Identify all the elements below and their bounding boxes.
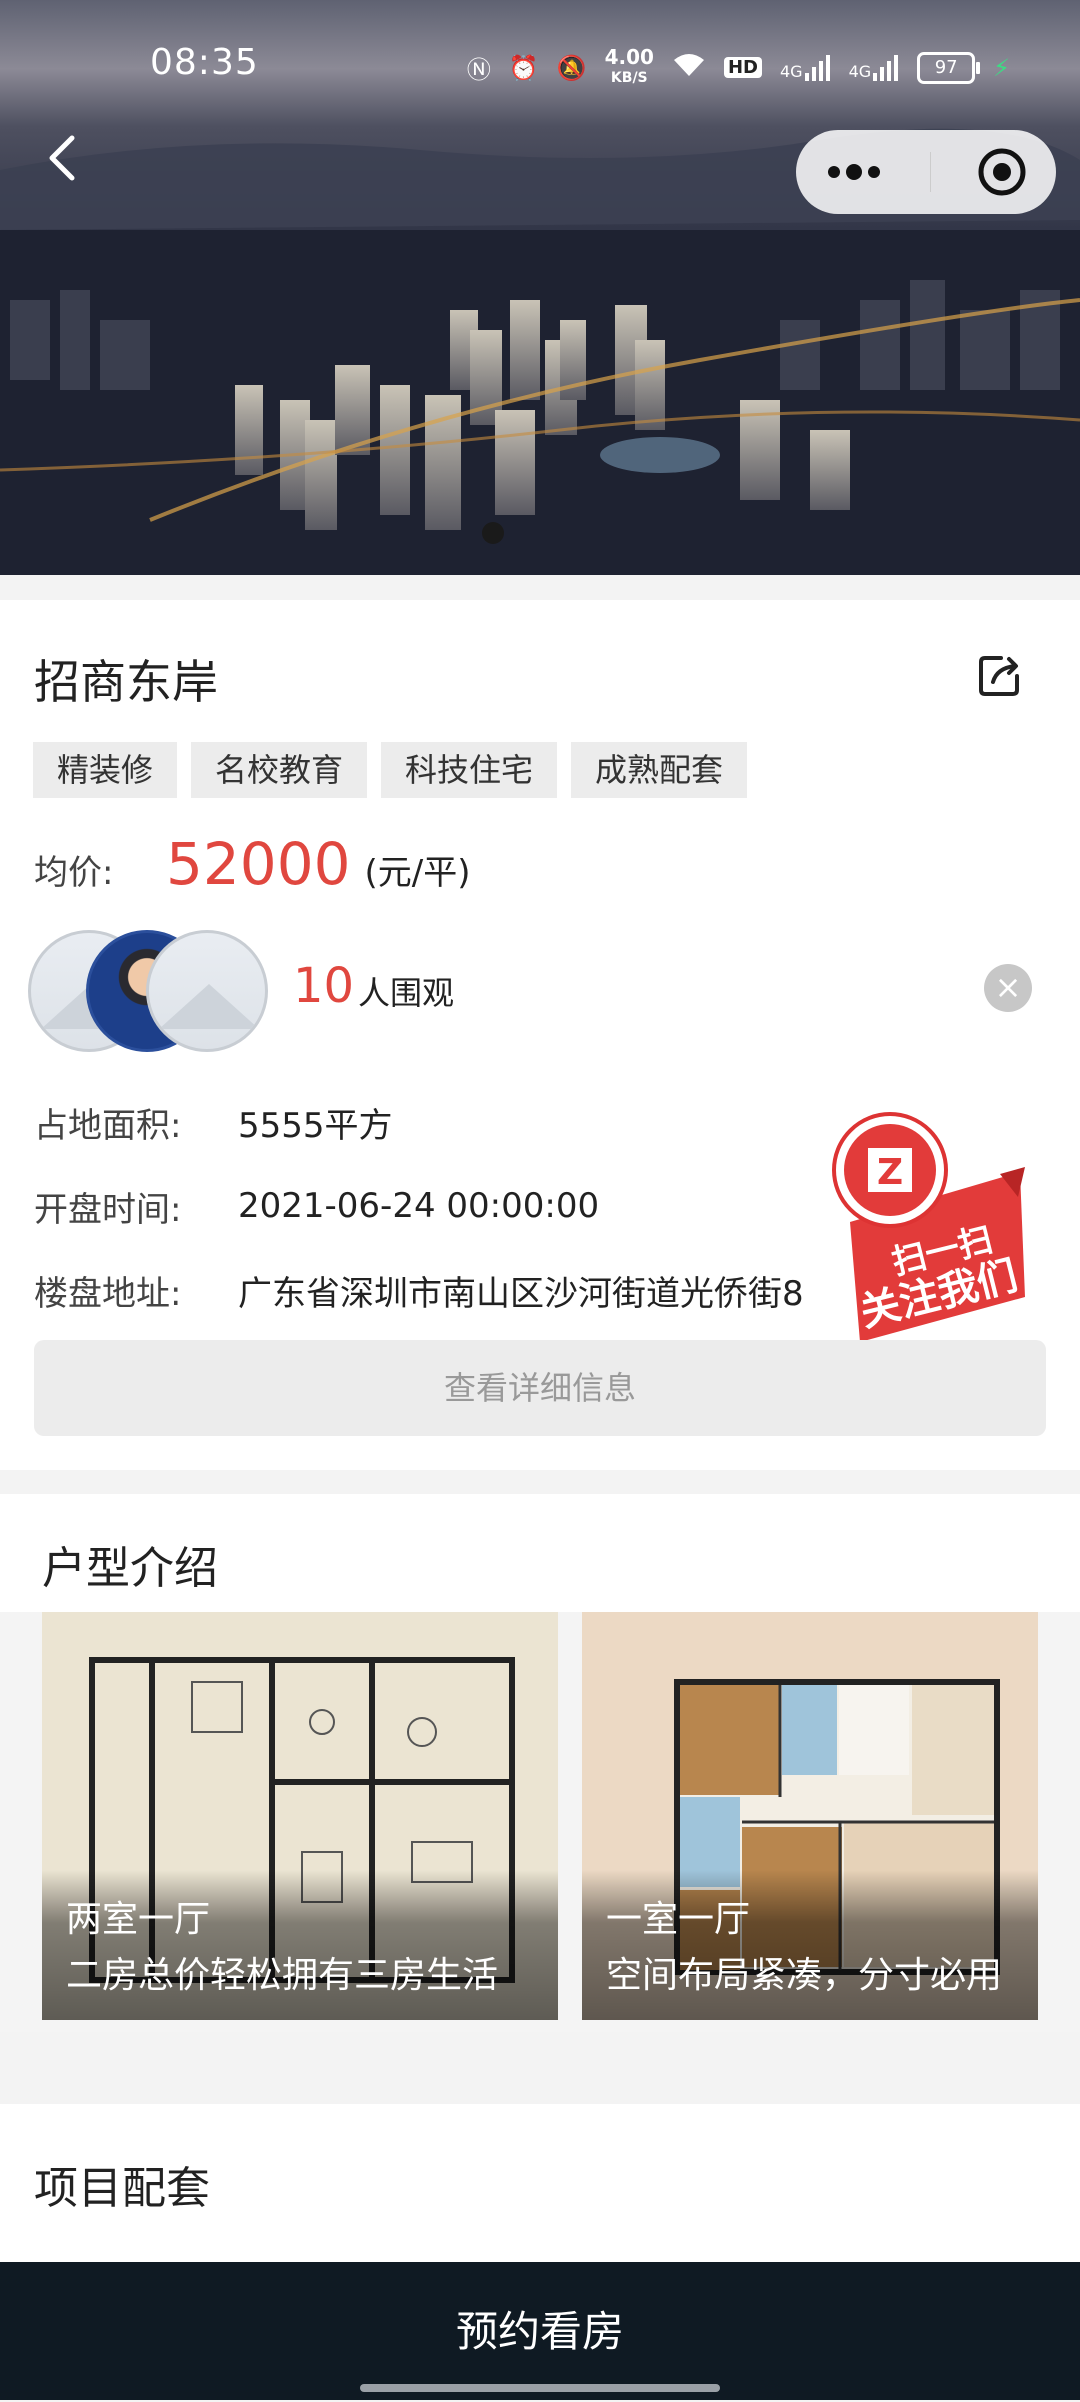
detail-label: 占地面积: [34, 1105, 182, 1146]
plan-desc: 二房总价轻松拥有三房生活 [66, 1955, 499, 1996]
price-unit: (元/平) [364, 853, 471, 893]
detail-label: 楼盘地址: [34, 1273, 182, 1314]
detail-value: 5555平方 [238, 1105, 393, 1146]
nfc-icon: Ⓝ [466, 56, 491, 84]
feature-tags: 精装修 名校教育 科技住宅 成熟配套 [33, 742, 748, 798]
net-speed-value: 4.00 [604, 45, 654, 69]
section-title: 项目配套 [34, 2163, 210, 2214]
detail-value: 广东省深圳市南山区沙河街道光侨街8 [238, 1273, 804, 1314]
detail-row-open-date: 开盘时间: 2021-06-24 00:00:00 [34, 1164, 804, 1248]
svg-text:Z: Z [877, 1152, 903, 1193]
battery-level: 97 [934, 57, 958, 78]
plan-title: 两室一厅 [66, 1899, 211, 1940]
capsule-divider [929, 152, 931, 192]
project-details: 占地面积: 5555平方 开盘时间: 2021-06-24 00:00:00 楼… [34, 1080, 804, 1332]
hd-badge: HD [723, 57, 762, 78]
alarm-icon: ⏰ [508, 53, 539, 82]
floor-plan-card[interactable]: 一室一厅 空间布局紧凑，分寸必用 [582, 1612, 1038, 2020]
status-icons: Ⓝ ⏰ 🔕 4.00 KB/S HD 4G 4G 97 ⚡ [466, 45, 1010, 87]
feature-tag: 成熟配套 [571, 742, 748, 798]
book-viewing-button[interactable]: 预约看房 [0, 2262, 1080, 2400]
plan-title: 一室一厅 [606, 1899, 751, 1940]
home-indicator[interactable] [360, 2384, 720, 2392]
project-name: 招商东岸 [34, 655, 218, 709]
chevron-left-icon [49, 135, 75, 181]
net-speed-unit: KB/S [610, 70, 648, 86]
detail-row-address: 楼盘地址: 广东省深圳市南山区沙河街道光侨街8 [34, 1248, 804, 1332]
price-value: 52000 [166, 830, 351, 898]
wifi-icon [672, 52, 706, 84]
close-icon: × [994, 968, 1022, 1006]
section-title: 户型介绍 [42, 1543, 218, 1594]
facilities-section: 项目配套 [0, 2104, 1080, 2264]
viewer-text: 人围观 [358, 974, 455, 1012]
status-bar: 08:35 Ⓝ ⏰ 🔕 4.00 KB/S HD 4G 4G 97 ⚡ [0, 0, 1080, 120]
carousel-indicator [482, 522, 504, 544]
net-speed: 4.00 KB/S [604, 45, 654, 87]
project-info-card: 招商东岸 精装修 名校教育 科技住宅 成熟配套 均价: 52000 (元/平) … [0, 600, 1080, 1470]
more-icon[interactable] [824, 162, 884, 182]
close-miniprogram-icon[interactable] [976, 146, 1028, 198]
scan-follow-sticker: Z 扫一扫 关注我们 [832, 1112, 1025, 1342]
share-icon [979, 656, 1019, 696]
charging-icon: ⚡ [993, 53, 1010, 82]
signal-icon: 4G [848, 54, 900, 81]
floor-plan-card[interactable]: 两室一厅 二房总价轻松拥有三房生活 [42, 1612, 558, 2020]
signal-label: 4G [848, 61, 872, 81]
status-time: 08:35 [150, 42, 259, 83]
feature-tag: 精装修 [33, 742, 178, 798]
share-button[interactable] [975, 650, 1025, 700]
feature-tag: 名校教育 [191, 742, 368, 798]
back-button[interactable] [38, 128, 90, 188]
scan-follow-badge[interactable]: Z 扫一扫 关注我们 [830, 1112, 1030, 1344]
close-viewers-button[interactable]: × [984, 964, 1032, 1012]
mute-icon: 🔕 [556, 53, 587, 82]
viewers-row: 10 人围观 × [28, 930, 1052, 1052]
floor-plans-section: 户型介绍 两室一厅 二房总价轻松拥有三房生活 一室一厅 空间布局紧凑，分寸必用 [0, 1494, 1080, 2032]
floor-plans-carousel[interactable]: 两室一厅 二房总价轻松拥有三房生活 一室一厅 空间布局紧凑，分寸必用 [0, 1612, 1080, 2032]
detail-label: 开盘时间: [34, 1189, 182, 1230]
hero-banner[interactable]: 08:35 Ⓝ ⏰ 🔕 4.00 KB/S HD 4G 4G 97 ⚡ [0, 0, 1080, 575]
feature-tag: 科技住宅 [381, 742, 558, 798]
view-details-button[interactable]: 查看详细信息 [34, 1340, 1046, 1436]
viewer-count: 10 [293, 958, 355, 1014]
price-row: 均价: 52000 (元/平) [34, 830, 471, 898]
battery-icon: 97 [917, 51, 981, 84]
mini-program-capsule [796, 130, 1056, 214]
detail-row-area: 占地面积: 5555平方 [34, 1080, 804, 1164]
signal-label: 4G [779, 61, 803, 81]
signal-icon: 4G [779, 54, 831, 81]
plan-desc: 空间布局紧凑，分寸必用 [606, 1955, 1003, 1996]
detail-value: 2021-06-24 00:00:00 [238, 1186, 600, 1226]
price-label: 均价: [34, 853, 114, 893]
avatar [146, 930, 268, 1052]
